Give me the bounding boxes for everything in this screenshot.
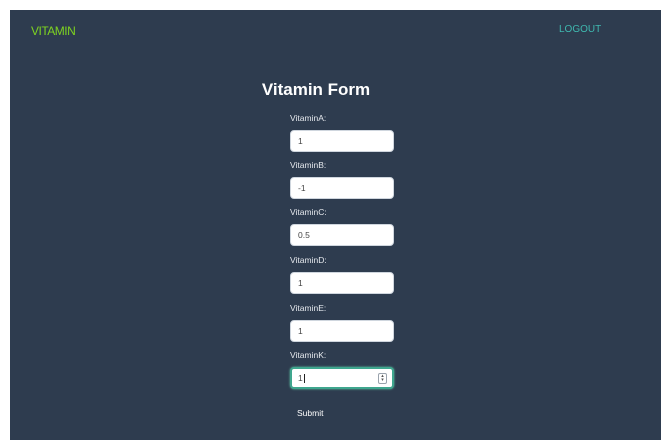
field-label: VitaminC: [290,207,327,217]
field-vitamin-b: VitaminB: -1 [290,158,400,199]
app-container: VITAMIN LOGOUT Vitamin Form VitaminA: 1 … [10,10,661,440]
field-vitamin-a: VitaminA: 1 [290,111,400,152]
field-label: VitaminA: [290,113,327,123]
field-label: VitaminD: [290,255,327,265]
logout-link[interactable]: LOGOUT [559,24,601,35]
field-label: VitaminB: [290,160,327,170]
brand-logo[interactable]: VITAMIN [31,24,76,38]
field-vitamin-e: VitaminE: 1 [290,301,400,342]
field-vitamin-k: VitaminK: 1 ▴ ▾ [290,348,400,389]
field-vitamin-c: VitaminC: 0.5 [290,205,400,246]
field-label: VitaminK: [290,350,327,360]
field-label: VitaminE: [290,303,327,313]
field-vitamin-d: VitaminD: 1 [290,253,400,294]
vitamin-k-value: 1 [298,373,303,383]
vitamin-e-input[interactable]: 1 [290,320,394,342]
number-stepper-icon[interactable]: ▴ ▾ [378,373,387,384]
vitamin-c-input[interactable]: 0.5 [290,224,394,246]
form-title: Vitamin Form [261,80,371,99]
text-caret [303,374,305,384]
vitamin-a-input[interactable]: 1 [290,130,394,152]
submit-button[interactable]: Submit [297,408,323,418]
vitamin-d-input[interactable]: 1 [290,272,394,294]
vitamin-k-input[interactable]: 1 ▴ ▾ [290,367,394,389]
vitamin-b-input[interactable]: -1 [290,177,394,199]
